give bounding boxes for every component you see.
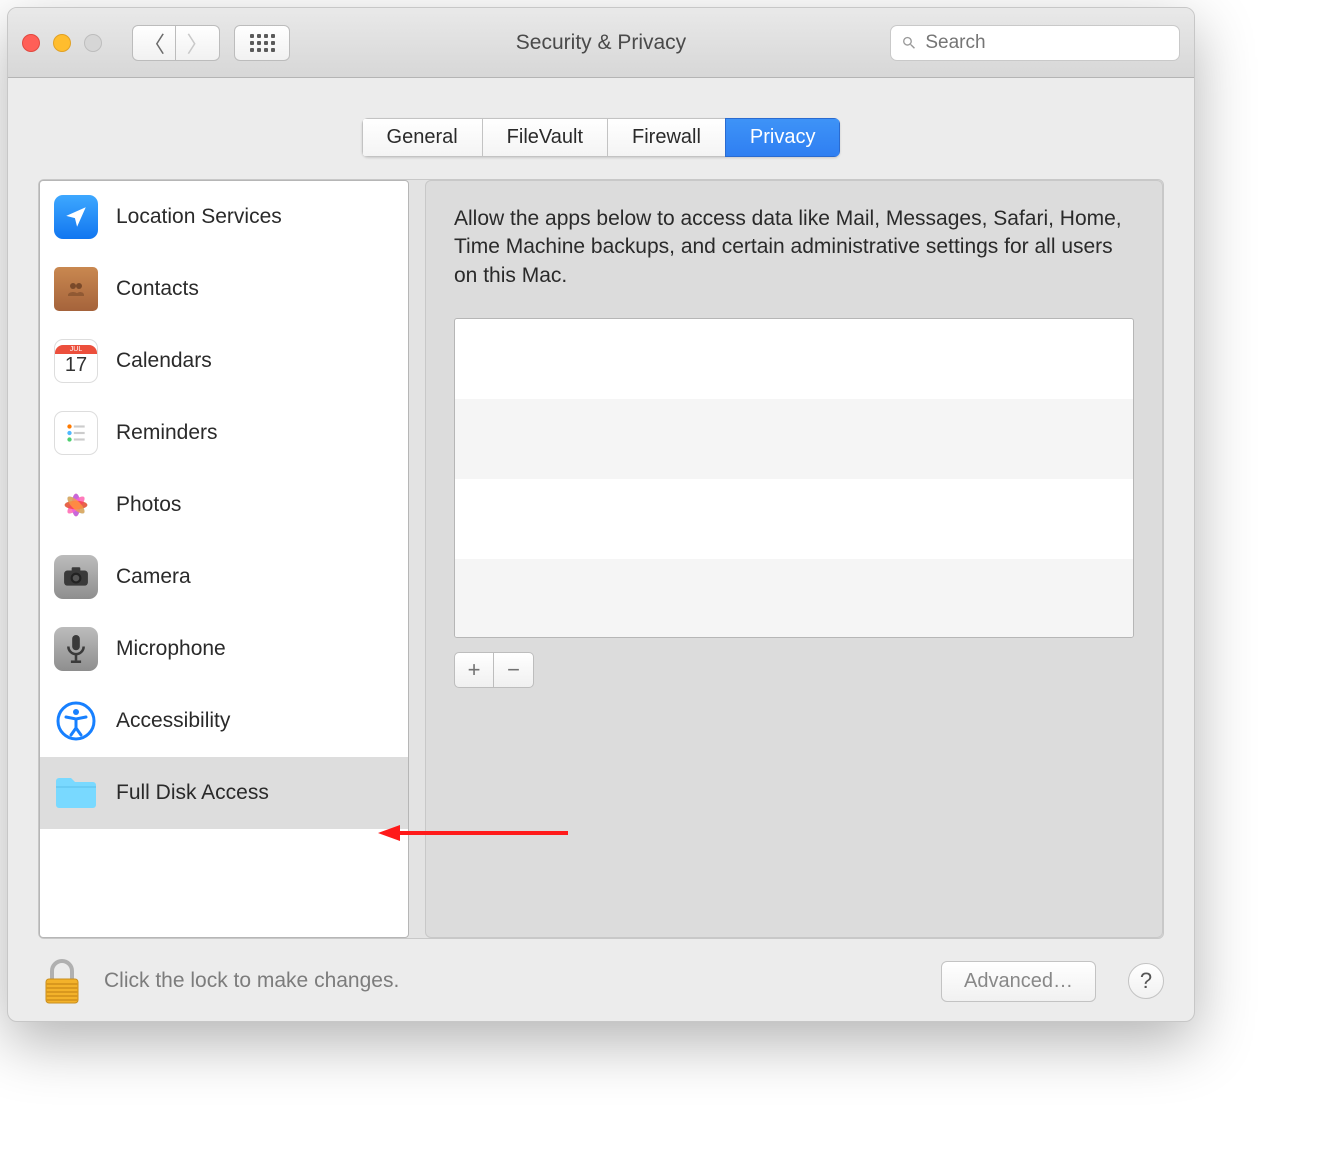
minimize-window-button[interactable] bbox=[53, 34, 71, 52]
category-label: Microphone bbox=[116, 637, 226, 661]
category-label: Contacts bbox=[116, 277, 199, 301]
category-label: Calendars bbox=[116, 349, 212, 373]
tabs-row: General FileVault Firewall Privacy bbox=[8, 78, 1194, 179]
category-label: Location Services bbox=[116, 205, 282, 229]
category-reminders[interactable]: Reminders bbox=[40, 397, 408, 469]
app-list-row bbox=[455, 319, 1133, 399]
accessibility-icon bbox=[54, 699, 98, 743]
detail-description: Allow the apps below to access data like… bbox=[454, 205, 1134, 290]
preferences-window: 〈 〉 Security & Privacy General FileVault… bbox=[7, 7, 1195, 1022]
help-button[interactable]: ? bbox=[1128, 963, 1164, 999]
photos-icon bbox=[54, 483, 98, 527]
category-contacts[interactable]: Contacts bbox=[40, 253, 408, 325]
nav-buttons: 〈 〉 bbox=[132, 25, 220, 61]
show-all-button[interactable] bbox=[234, 25, 290, 61]
category-calendars[interactable]: JUL 17 Calendars bbox=[40, 325, 408, 397]
lock-hint-text: Click the lock to make changes. bbox=[104, 969, 399, 993]
content-panel: Location Services Contacts JUL 17 Calend… bbox=[38, 179, 1164, 939]
category-photos[interactable]: Photos bbox=[40, 469, 408, 541]
add-app-button[interactable]: + bbox=[454, 652, 494, 688]
reminders-icon bbox=[54, 411, 98, 455]
microphone-icon bbox=[54, 627, 98, 671]
footer: Click the lock to make changes. Advanced… bbox=[8, 941, 1194, 1021]
tab-firewall[interactable]: Firewall bbox=[607, 118, 725, 157]
app-list-row bbox=[455, 559, 1133, 638]
chevron-right-icon: 〉 bbox=[186, 27, 208, 59]
category-label: Camera bbox=[116, 565, 191, 589]
app-access-list[interactable] bbox=[454, 318, 1134, 638]
search-field[interactable] bbox=[890, 25, 1180, 61]
folder-icon bbox=[54, 771, 98, 815]
remove-app-button[interactable]: − bbox=[494, 652, 534, 688]
category-camera[interactable]: Camera bbox=[40, 541, 408, 613]
advanced-button[interactable]: Advanced… bbox=[941, 961, 1096, 1002]
category-full-disk-access[interactable]: Full Disk Access bbox=[40, 757, 408, 829]
forward-button[interactable]: 〉 bbox=[176, 25, 220, 61]
back-button[interactable]: 〈 bbox=[132, 25, 176, 61]
search-icon bbox=[901, 34, 917, 52]
category-location-services[interactable]: Location Services bbox=[40, 181, 408, 253]
chevron-left-icon: 〈 bbox=[143, 27, 165, 59]
category-label: Photos bbox=[116, 493, 181, 517]
search-input[interactable] bbox=[925, 32, 1169, 54]
app-list-row bbox=[455, 399, 1133, 479]
tab-segmented-control: General FileVault Firewall Privacy bbox=[362, 118, 841, 157]
camera-icon bbox=[54, 555, 98, 599]
category-label: Full Disk Access bbox=[116, 781, 269, 805]
privacy-category-list[interactable]: Location Services Contacts JUL 17 Calend… bbox=[39, 180, 409, 938]
location-icon bbox=[54, 195, 98, 239]
traffic-lights bbox=[22, 34, 102, 52]
calendar-icon: JUL 17 bbox=[54, 339, 98, 383]
toolbar: 〈 〉 Security & Privacy bbox=[8, 8, 1194, 78]
lock-icon[interactable] bbox=[38, 957, 86, 1005]
close-window-button[interactable] bbox=[22, 34, 40, 52]
category-label: Reminders bbox=[116, 421, 218, 445]
tab-general[interactable]: General bbox=[362, 118, 482, 157]
tab-privacy[interactable]: Privacy bbox=[725, 118, 841, 157]
zoom-window-button bbox=[84, 34, 102, 52]
category-label: Accessibility bbox=[116, 709, 230, 733]
list-edit-buttons: + − bbox=[454, 652, 1134, 688]
detail-panel: Allow the apps below to access data like… bbox=[425, 180, 1163, 938]
category-accessibility[interactable]: Accessibility bbox=[40, 685, 408, 757]
contacts-icon bbox=[54, 267, 98, 311]
tab-filevault[interactable]: FileVault bbox=[482, 118, 607, 157]
app-list-row bbox=[455, 479, 1133, 559]
category-microphone[interactable]: Microphone bbox=[40, 613, 408, 685]
grid-icon bbox=[250, 34, 275, 52]
